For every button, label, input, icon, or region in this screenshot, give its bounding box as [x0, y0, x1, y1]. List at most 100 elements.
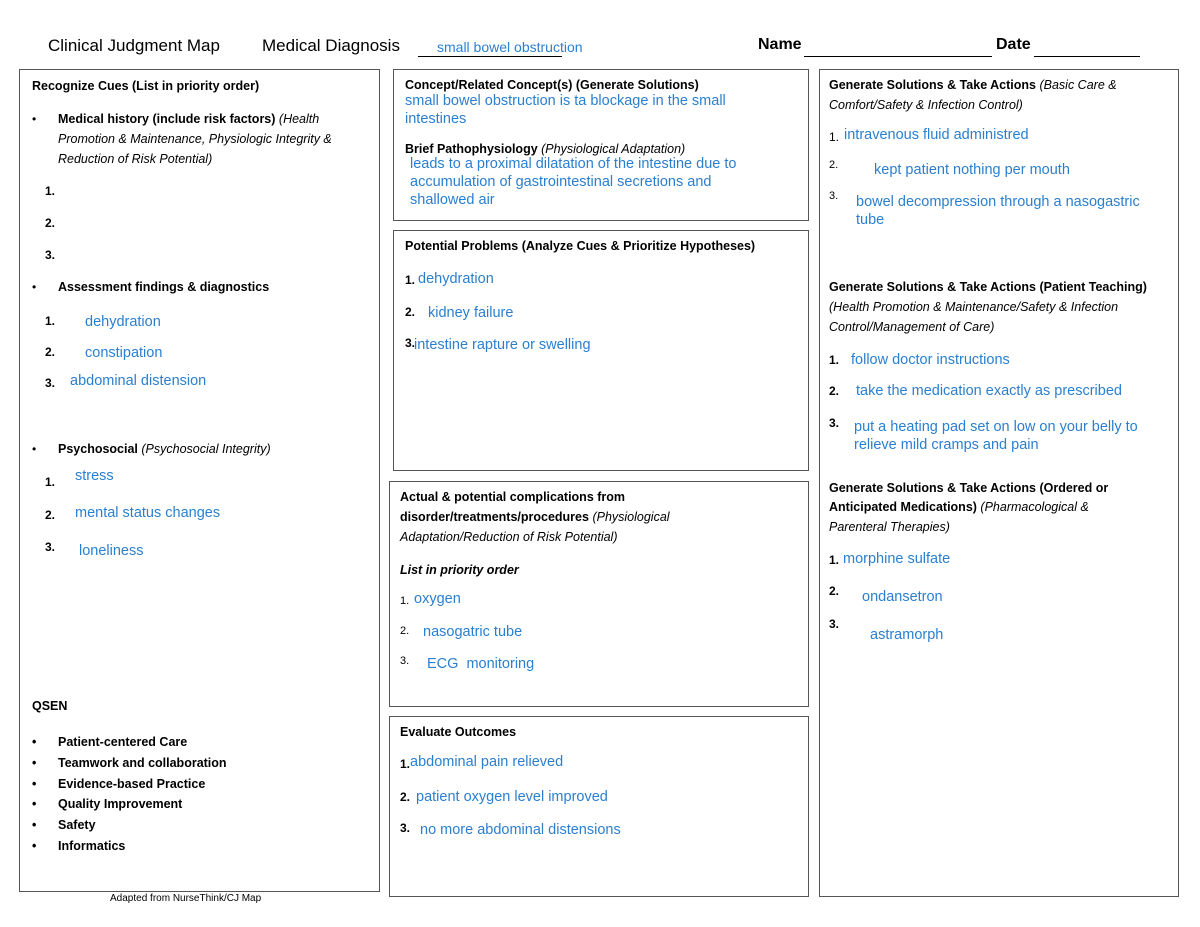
qsen-item: • Quality Improvement: [32, 794, 227, 815]
outcome-1[interactable]: abdominal pain relieved: [410, 754, 563, 770]
medication-1[interactable]: morphine sulfate: [843, 551, 950, 567]
item-number: 3.: [400, 655, 410, 667]
basic-care-item-1[interactable]: intravenous fluid administred: [844, 127, 1029, 143]
medical-history-label: Medical history (include risk factors): [58, 112, 276, 126]
item-number: 2.: [829, 159, 839, 171]
bullet-icon: •: [32, 776, 37, 791]
medications-title-line2: Anticipated Medications) (Pharmacologica…: [829, 500, 1089, 514]
recognize-cues-title: Recognize Cues (List in priority order): [32, 79, 260, 93]
footer-credit: Adapted from NurseThink/CJ Map: [110, 893, 262, 904]
medications-title-line1: Generate Solutions & Take Actions (Order…: [829, 481, 1109, 495]
bullet-icon: •: [32, 755, 37, 770]
medical-history-sub-line3: Reduction of Risk Potential): [58, 152, 213, 166]
potential-problem-2[interactable]: kidney failure: [428, 305, 513, 321]
assessment-item-3[interactable]: abdominal distension: [70, 373, 206, 389]
qsen-item: • Teamwork and collaboration: [32, 753, 227, 774]
item-number: 3.: [829, 190, 839, 202]
psychosocial-heading: Psychosocial (Psychosocial Integrity): [58, 442, 271, 456]
patho-line2[interactable]: accumulation of gastrointestinal secreti…: [410, 174, 711, 190]
item-number: 1.: [45, 475, 56, 489]
potential-problem-3[interactable]: intestine rapture or swelling: [414, 337, 591, 353]
item-number: 2.: [45, 508, 56, 522]
item-number: 1.: [829, 353, 840, 367]
complications-title-line1: Actual & potential complications from: [400, 490, 626, 504]
medication-2[interactable]: ondansetron: [862, 589, 943, 605]
teaching-sub-line2: Control/Management of Care): [829, 320, 995, 334]
medication-3[interactable]: astramorph: [870, 627, 943, 643]
psychosocial-item-2[interactable]: mental status changes: [75, 505, 220, 521]
item-number: 1.: [400, 757, 411, 771]
basic-care-item-3[interactable]: bowel decompression through a nasogastri…: [856, 194, 1140, 210]
teaching-title: Generate Solutions & Take Actions (Patie…: [829, 280, 1147, 294]
bullet-icon: •: [32, 818, 37, 833]
patho-label: Brief Pathophysiology: [405, 142, 538, 156]
teaching-item-1[interactable]: follow doctor instructions: [851, 352, 1010, 368]
item-number: 1.: [829, 130, 840, 144]
complications-sub-line2: Adaptation/Reduction of Risk Potential): [400, 530, 618, 544]
psychosocial-item-1[interactable]: stress: [75, 468, 114, 484]
item-number: 1.: [400, 595, 410, 607]
potential-problems-title: Potential Problems (Analyze Cues & Prior…: [405, 239, 756, 253]
bullet-icon: •: [32, 442, 37, 456]
item-number: 1.: [45, 314, 56, 328]
assessment-item-2[interactable]: constipation: [85, 345, 162, 361]
basic-care-item-2[interactable]: kept patient nothing per mouth: [874, 162, 1070, 178]
qsen-item: • Patient-centered Care: [32, 732, 227, 753]
medical-history-item-2[interactable]: [70, 214, 270, 232]
psychosocial-item-3[interactable]: loneliness: [79, 543, 144, 559]
diagnosis-value: small bowel obstruction: [437, 39, 583, 55]
item-number: 2.: [45, 345, 56, 359]
evaluate-outcomes-title: Evaluate Outcomes: [400, 725, 517, 739]
assessment-item-1[interactable]: dehydration: [85, 314, 161, 330]
medical-history-item-1[interactable]: [70, 182, 270, 200]
qsen-item: • Safety: [32, 815, 227, 836]
item-number: 2.: [829, 384, 840, 398]
complications-title-line2: disorder/treatments/procedures (Physiolo…: [400, 510, 670, 524]
medical-history-sub-line2: Promotion & Maintenance, Physiologic Int…: [58, 132, 332, 146]
qsen-item: • Evidence-based Practice: [32, 774, 227, 795]
name-field[interactable]: [804, 38, 992, 57]
qsen-title: QSEN: [32, 699, 68, 713]
complication-3[interactable]: ECG monitoring: [427, 656, 534, 672]
item-number: 3.: [45, 376, 56, 390]
basic-care-item-3-cont[interactable]: tube: [856, 212, 884, 228]
item-number: 3.: [45, 540, 56, 554]
qsen-list: • Patient-centered Care • Teamwork and col…: [32, 732, 227, 857]
item-number: 3.: [45, 248, 56, 262]
page-title: Clinical Judgment Map: [48, 36, 220, 55]
assessment-heading: Assessment findings & diagnostics: [58, 280, 270, 294]
patho-line1[interactable]: leads to a proximal dilatation of the in…: [410, 156, 736, 172]
outcome-2[interactable]: patient oxygen level improved: [416, 789, 608, 805]
item-number: 2.: [829, 584, 840, 598]
outcome-3[interactable]: no more abdominal distensions: [420, 822, 621, 838]
date-field[interactable]: [1034, 38, 1140, 57]
potential-problem-1[interactable]: dehydration: [418, 271, 494, 287]
teaching-item-2[interactable]: take the medication exactly as prescribe…: [856, 383, 1122, 399]
diagnosis-label: Medical Diagnosis: [262, 36, 400, 55]
teaching-item-3-cont[interactable]: relieve mild cramps and pain: [854, 437, 1039, 453]
item-number: 2.: [45, 216, 56, 230]
patho-heading: Brief Pathophysiology (Physiological Ada…: [405, 142, 685, 156]
medical-history-sub: (Health: [278, 112, 320, 126]
basic-care-heading: Generate Solutions & Take Actions (Basic…: [829, 78, 1117, 92]
teaching-item-3[interactable]: put a heating pad set on low on your bel…: [854, 419, 1138, 435]
patho-sub: (Physiological Adaptation): [541, 142, 686, 156]
concept-title: Concept/Related Concept(s) (Generate Sol…: [405, 78, 699, 92]
patho-line3[interactable]: shallowed air: [410, 192, 495, 208]
item-number: 3.: [829, 416, 840, 430]
item-number: 3.: [400, 821, 411, 835]
item-number: 1.: [45, 184, 56, 198]
medical-history-item-3[interactable]: [70, 246, 270, 264]
bullet-icon: •: [32, 735, 37, 749]
medical-history-heading: Medical history (include risk factors) (…: [58, 112, 319, 126]
item-number: 2.: [405, 305, 416, 319]
date-label: Date: [996, 36, 1031, 53]
concept-value-line2[interactable]: intestines: [405, 111, 466, 127]
item-number: 2.: [400, 790, 411, 804]
concept-value-line1[interactable]: small bowel obstruction is ta blockage i…: [405, 93, 726, 109]
bullet-icon: •: [32, 280, 37, 294]
complication-2[interactable]: nasogatric tube: [423, 624, 522, 640]
medications-sub-line2: Parenteral Therapies): [829, 520, 950, 534]
complication-1[interactable]: oxygen: [414, 591, 461, 607]
teaching-sub-line1: (Health Promotion & Maintenance/Safety &…: [829, 300, 1119, 314]
